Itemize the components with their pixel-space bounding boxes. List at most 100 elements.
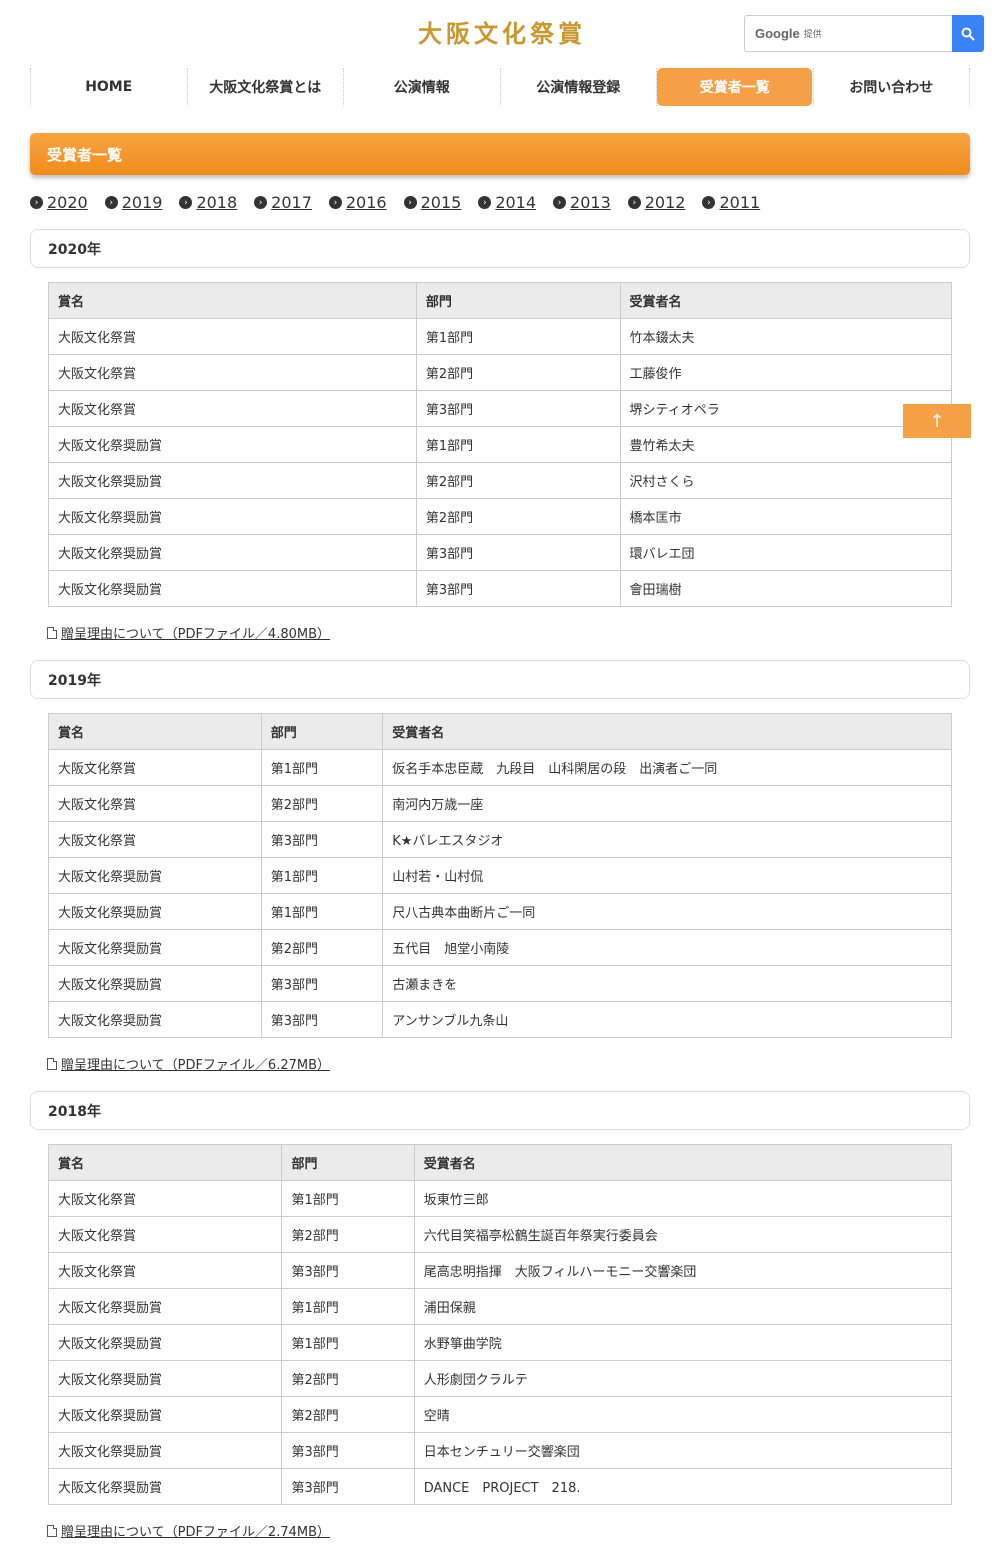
table-row: 大阪文化祭奨励賞 第2部門 五代目 旭堂小南陵	[48, 929, 952, 966]
award-name-cell: 大阪文化祭奨励賞	[48, 570, 417, 607]
awards-table: 賞名 部門 受賞者名 大阪文化祭賞 第1部門 仮名手本忠臣蔵 九段目 山科閑居の段 出演者…	[48, 713, 952, 1038]
nav-contact[interactable]: お問い合わせ	[812, 68, 970, 106]
recipient-cell: 日本センチュリー交響楽団	[413, 1432, 953, 1469]
provided-label: 提供	[803, 30, 822, 40]
table-row: 大阪文化祭賞 第2部門 工藤俊作	[48, 354, 953, 391]
category-cell: 第1部門	[281, 1180, 415, 1217]
chevron-circle-right-icon: ›	[104, 196, 118, 209]
table-row: 大阪文化祭賞 第1部門 竹本錣太夫	[48, 318, 953, 355]
nav-performances[interactable]: 公演情報	[343, 68, 500, 106]
recipient-cell: 豊竹希太夫	[619, 426, 953, 463]
award-name-cell: 大阪文化祭賞	[48, 749, 262, 786]
nav-label: 公演情報登録	[536, 80, 621, 96]
recipient-cell: アンサンブル九条山	[382, 1001, 952, 1038]
year-link-label: 2011	[719, 193, 761, 212]
category-cell: 第3部門	[281, 1468, 415, 1505]
category-cell: 第2部門	[260, 929, 384, 966]
category-cell: 第2部門	[260, 785, 384, 822]
year-link-2014[interactable]: › 2014	[478, 193, 536, 212]
pdf-link-label: 贈呈理由について（PDFファイル／6.27MB）	[61, 1058, 331, 1073]
recipient-cell: 水野箏曲学院	[413, 1324, 953, 1361]
table-row: 大阪文化祭奨励賞 第1部門 浦田保親	[47, 1288, 953, 1325]
category-cell: 第1部門	[260, 893, 384, 930]
category-cell: 第1部門	[260, 857, 384, 894]
pdf-reason-link[interactable]: 贈呈理由について（PDFファイル／2.74MB）	[47, 1521, 330, 1540]
table-row: 大阪文化祭奨励賞 第3部門 日本センチュリー交響楽団	[47, 1432, 953, 1469]
year-link-label: 2018	[196, 193, 238, 212]
chevron-circle-right-icon: ›	[553, 196, 567, 209]
recipient-cell: 竹本錣太夫	[619, 318, 953, 355]
award-name-cell: 大阪文化祭賞	[48, 821, 262, 858]
main-nav: HOME 大阪文化祭賞とは 公演情報 公演情報登録 受賞者一覧 お問い合わせ	[30, 68, 970, 106]
pdf-file-icon	[47, 1524, 57, 1537]
pdf-reason-link[interactable]: 贈呈理由について（PDFファイル／4.80MB）	[47, 623, 330, 642]
year-link-2015[interactable]: › 2015	[403, 193, 461, 212]
year-section-heading: 2020年	[30, 229, 970, 268]
year-link-2013[interactable]: › 2013	[553, 193, 611, 212]
nav-label: お問い合わせ	[849, 80, 934, 96]
recipient-cell: 南河内万歳一座	[382, 785, 952, 822]
column-header: 部門	[415, 282, 621, 319]
table-row: 大阪文化祭奨励賞 第1部門 山村若・山村侃	[48, 857, 952, 894]
table-row: 大阪文化祭奨励賞 第3部門 アンサンブル九条山	[48, 1001, 952, 1038]
award-name-cell: 大阪文化祭奨励賞	[48, 893, 262, 930]
search-button[interactable]	[952, 15, 984, 52]
year-link-2019[interactable]: › 2019	[104, 193, 163, 212]
search-icon	[961, 27, 975, 41]
year-links: › 2020 › 2019 › 2018 › 2017 › 2016 › 2015 › 2014 › 2013…	[30, 193, 777, 212]
nav-label: 公演情報	[393, 80, 450, 96]
year-link-2012[interactable]: › 2012	[627, 193, 686, 212]
year-link-2011[interactable]: › 2011	[702, 193, 760, 212]
table-row: 大阪文化祭奨励賞 第2部門 人形劇団クラルテ	[47, 1360, 953, 1397]
nav-winners[interactable]: 受賞者一覧	[656, 68, 813, 106]
category-cell: 第1部門	[281, 1288, 415, 1325]
recipient-cell: 尾高忠明指揮 大阪フィルハーモニー交響楽団	[413, 1252, 953, 1289]
year-link-label: 2019	[121, 193, 163, 212]
award-name-cell: 大阪文化祭奨励賞	[47, 1324, 283, 1361]
column-header: 賞名	[48, 282, 417, 319]
nav-label: 大阪文化祭賞とは	[209, 80, 322, 96]
site-logo[interactable]: 大阪文化祭賞	[418, 14, 586, 49]
category-cell: 第3部門	[260, 965, 384, 1002]
award-name-cell: 大阪文化祭奨励賞	[47, 1432, 283, 1469]
year-link-2018[interactable]: › 2018	[179, 193, 237, 212]
table-row: 大阪文化祭奨励賞 第2部門 沢村さくら	[48, 462, 953, 499]
recipient-cell: 五代目 旭堂小南陵	[382, 929, 952, 966]
nav-label: HOME	[85, 79, 133, 95]
nav-registration[interactable]: 公演情報登録	[499, 68, 657, 106]
award-name-cell: 大阪文化祭賞	[48, 318, 417, 355]
recipient-cell: 古瀬まきを	[382, 965, 952, 1002]
year-link-2016[interactable]: › 2016	[328, 193, 387, 212]
award-name-cell: 大阪文化祭奨励賞	[48, 426, 417, 463]
pdf-reason-link[interactable]: 贈呈理由について（PDFファイル／6.27MB）	[47, 1054, 330, 1073]
chevron-circle-right-icon: ›	[627, 196, 641, 209]
search-input[interactable]: Google 提供	[744, 15, 952, 52]
recipient-cell: 尺八古典本曲断片ご一同	[382, 893, 952, 930]
table-row: 大阪文化祭奨励賞 第3部門 環バレエ団	[48, 534, 953, 571]
google-label: Google	[755, 26, 800, 41]
nav-about[interactable]: 大阪文化祭賞とは	[186, 68, 344, 106]
page-title: 受賞者一覧	[30, 133, 970, 175]
chevron-circle-right-icon: ›	[403, 196, 417, 209]
recipient-cell: 環バレエ団	[619, 534, 953, 571]
year-link-label: 2012	[644, 193, 686, 212]
table-row: 大阪文化祭奨励賞 第3部門 DANCE PROJECT 218.	[47, 1468, 953, 1505]
column-header: 賞名	[48, 713, 262, 750]
award-name-cell: 大阪文化祭奨励賞	[47, 1360, 283, 1397]
table-header-row: 賞名 部門 受賞者名	[48, 713, 952, 750]
pdf-file-icon	[47, 626, 57, 639]
category-cell: 第2部門	[281, 1216, 415, 1253]
pdf-file-icon	[47, 1057, 57, 1070]
award-name-cell: 大阪文化祭奨励賞	[48, 929, 262, 966]
category-cell: 第3部門	[281, 1432, 415, 1469]
award-name-cell: 大阪文化祭賞	[48, 390, 417, 427]
nav-home[interactable]: HOME	[30, 68, 187, 106]
year-link-2020[interactable]: › 2020	[30, 193, 88, 212]
back-to-top-button[interactable]: ↑	[903, 404, 971, 438]
year-link-2017[interactable]: › 2017	[254, 193, 312, 212]
chevron-circle-right-icon: ›	[328, 196, 342, 209]
table-row: 大阪文化祭奨励賞 第3部門 古瀬まきを	[48, 965, 952, 1002]
nav-label: 受賞者一覧	[657, 68, 813, 106]
table-row: 大阪文化祭賞 第1部門 坂東竹三郎	[47, 1180, 953, 1217]
table-header-row: 賞名 部門 受賞者名	[47, 1144, 953, 1181]
